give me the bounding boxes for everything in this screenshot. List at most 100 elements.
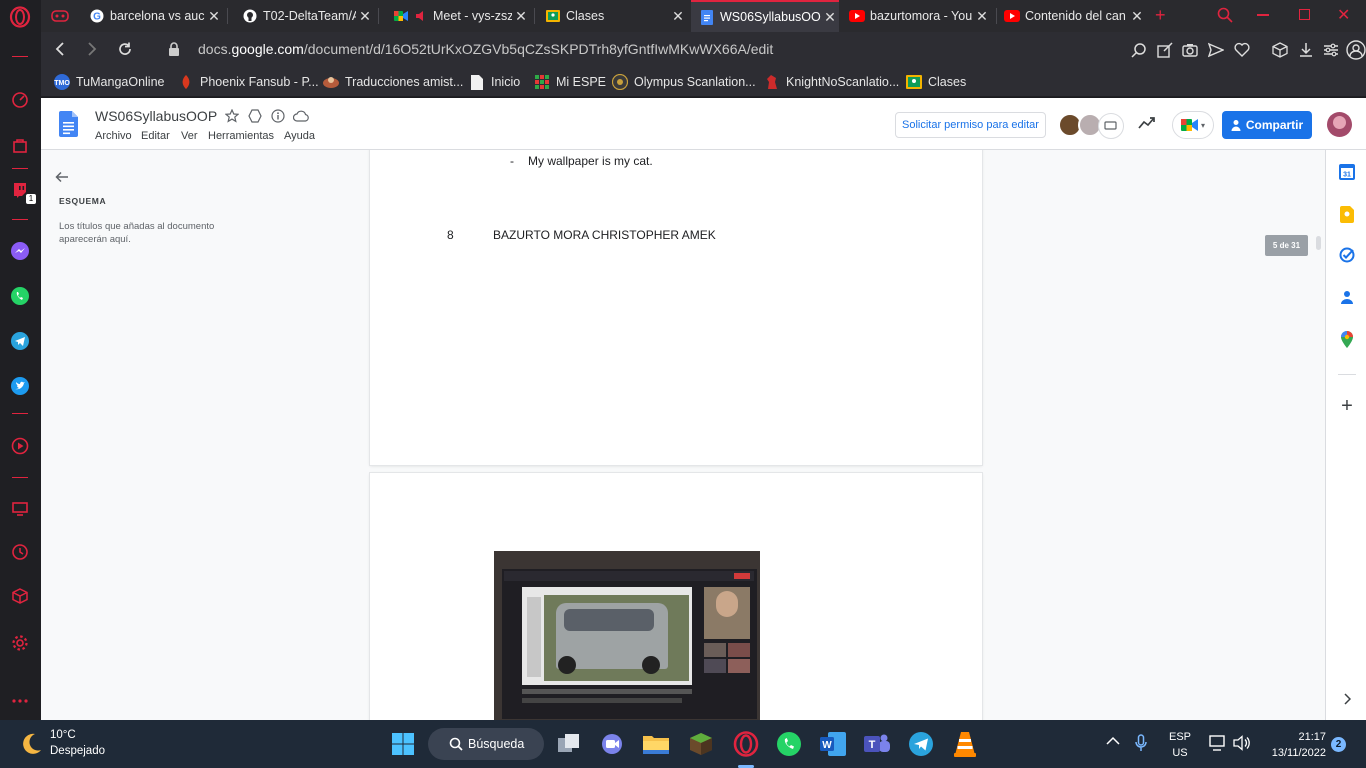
bookmark-phoenix-fansub[interactable]: Phoenix Fansub - P...	[178, 74, 319, 90]
keyboard-layout[interactable]: US	[1164, 747, 1196, 759]
request-edit-button[interactable]: Solicitar permiso para editar	[895, 112, 1046, 138]
back-icon[interactable]	[53, 41, 67, 57]
docs-logo-icon[interactable]	[59, 111, 78, 137]
embedded-photo[interactable]	[494, 551, 760, 720]
profile-icon[interactable]	[1346, 40, 1366, 60]
info-icon[interactable]	[271, 109, 285, 123]
maximize-icon[interactable]	[1299, 9, 1310, 20]
my-flow-icon[interactable]	[9, 497, 31, 519]
chevron-right-icon[interactable]	[1338, 690, 1356, 708]
player-icon[interactable]	[9, 435, 31, 457]
shopping-icon[interactable]	[9, 134, 31, 156]
minimize-icon[interactable]	[1257, 14, 1269, 16]
edit-share-icon[interactable]	[1157, 42, 1173, 58]
calendar-icon[interactable]: 31	[1338, 163, 1356, 181]
bookmark-traducciones[interactable]: Traducciones amist...	[323, 74, 463, 90]
extensions-cube-icon[interactable]	[1272, 42, 1288, 58]
audio-playing-icon[interactable]	[414, 8, 428, 24]
bookmark-inicio[interactable]: Inicio	[469, 74, 520, 90]
twitter-icon[interactable]	[9, 375, 31, 397]
contacts-icon[interactable]	[1338, 288, 1356, 306]
url-field[interactable]: docs.google.com/document/d/16O52tUrKxOZG…	[198, 41, 773, 57]
close-icon[interactable]: ✕	[1128, 8, 1146, 25]
forward-icon[interactable]	[85, 41, 99, 57]
file-explorer-icon[interactable]	[642, 730, 670, 758]
task-view-icon[interactable]	[555, 730, 583, 758]
tab-ws06syllabus[interactable]: WS06SyllabusOOP ✕	[691, 0, 839, 32]
more-dots-icon[interactable]	[9, 690, 31, 712]
get-addons-plus-icon[interactable]: +	[1338, 395, 1356, 417]
settings-gear-icon[interactable]	[9, 632, 31, 654]
tray-chevron-up-icon[interactable]	[1106, 736, 1120, 746]
vlc-icon[interactable]	[951, 730, 979, 758]
move-to-drive-icon[interactable]	[248, 109, 262, 123]
telegram-icon[interactable]	[9, 330, 31, 352]
tab-youtube-bazurtomora[interactable]: bazurtomora - You ✕	[841, 0, 991, 32]
messenger-icon[interactable]	[9, 240, 31, 262]
menu-editar[interactable]: Editar	[141, 130, 170, 142]
weather-moon-icon[interactable]	[18, 731, 44, 757]
bookmark-knightnoscanlation[interactable]: KnightNoScanlatio...	[764, 74, 899, 90]
clock-time[interactable]: 21:17	[1262, 731, 1326, 743]
speed-dial-icon[interactable]	[9, 89, 31, 111]
star-icon[interactable]	[225, 109, 239, 123]
heart-icon[interactable]	[1234, 42, 1250, 57]
document-title[interactable]: WS06SyllabusOOP	[95, 108, 217, 124]
new-tab-plus-icon[interactable]: +	[1155, 5, 1166, 26]
menu-archivo[interactable]: Archivo	[95, 130, 132, 142]
window-close-icon[interactable]: ✕	[1337, 5, 1350, 25]
share-button[interactable]: Compartir	[1222, 111, 1312, 139]
download-icon[interactable]	[1298, 42, 1314, 58]
tab-github[interactable]: T02-DeltaTeam/Ap ✕	[234, 0, 374, 32]
whatsapp-icon[interactable]	[9, 285, 31, 307]
close-icon[interactable]: ✕	[973, 8, 991, 25]
telegram-taskbar-icon[interactable]	[907, 730, 935, 758]
opera-taskbar-icon[interactable]	[731, 730, 761, 758]
keep-icon[interactable]	[1338, 205, 1356, 223]
lock-icon[interactable]	[168, 42, 180, 56]
microphone-icon[interactable]	[1135, 734, 1147, 752]
menu-ver[interactable]: Ver	[181, 130, 198, 142]
maps-icon[interactable]	[1338, 330, 1356, 348]
send-icon[interactable]	[1208, 42, 1224, 58]
activity-trend-icon[interactable]	[1138, 116, 1156, 130]
account-avatar[interactable]	[1327, 112, 1352, 137]
keyboard-lang[interactable]: ESP	[1164, 731, 1196, 743]
volume-icon[interactable]	[1233, 735, 1251, 751]
windows-start-icon[interactable]	[389, 730, 417, 758]
opera-logo-icon[interactable]	[9, 6, 31, 28]
teams-icon[interactable]: T	[863, 730, 891, 758]
scrollbar-thumb[interactable]	[1316, 236, 1321, 250]
close-icon[interactable]: ✕	[356, 8, 374, 25]
comments-history-icon[interactable]	[1098, 113, 1124, 139]
close-icon[interactable]: ✕	[512, 8, 530, 25]
bookmark-olympus[interactable]: Olympus Scanlation...	[612, 74, 756, 90]
teams-chat-icon[interactable]	[598, 730, 626, 758]
tab-search-icon[interactable]	[1217, 7, 1233, 23]
close-icon[interactable]: ✕	[821, 9, 839, 26]
tab-barcelona[interactable]: G barcelona vs aucas ✕	[81, 0, 223, 32]
word-icon[interactable]: W	[819, 730, 847, 758]
tab-meet[interactable]: Meet - vys-zszl ✕	[385, 0, 530, 32]
menu-ayuda[interactable]: Ayuda	[284, 130, 315, 142]
tab-youtube-contenido[interactable]: Contenido del can ✕	[996, 0, 1146, 32]
close-icon[interactable]: ✕	[205, 8, 223, 25]
tab-clases[interactable]: Clases ✕	[537, 0, 687, 32]
page-search-icon[interactable]	[1131, 42, 1147, 58]
meet-call-button[interactable]: ▾	[1172, 111, 1214, 139]
bookmark-tumangaonline[interactable]: TMO TuMangaOnline	[54, 74, 164, 90]
notification-count-badge[interactable]: 2	[1331, 737, 1346, 752]
snapshot-camera-icon[interactable]	[1182, 42, 1198, 58]
easy-setup-icon[interactable]	[1323, 42, 1339, 58]
workspace-icon[interactable]	[51, 8, 69, 24]
extensions-icon[interactable]	[9, 585, 31, 607]
clock-date[interactable]: 13/11/2022	[1260, 747, 1326, 759]
taskbar-search[interactable]: Búsqueda	[428, 728, 544, 760]
bookmark-clases[interactable]: Clases	[906, 74, 966, 90]
reload-icon[interactable]	[117, 41, 133, 57]
network-icon[interactable]	[1209, 735, 1227, 751]
close-icon[interactable]: ✕	[669, 8, 687, 25]
tasks-icon[interactable]	[1338, 246, 1356, 264]
minecraft-icon[interactable]	[687, 730, 715, 758]
back-arrow-icon[interactable]	[55, 170, 69, 184]
